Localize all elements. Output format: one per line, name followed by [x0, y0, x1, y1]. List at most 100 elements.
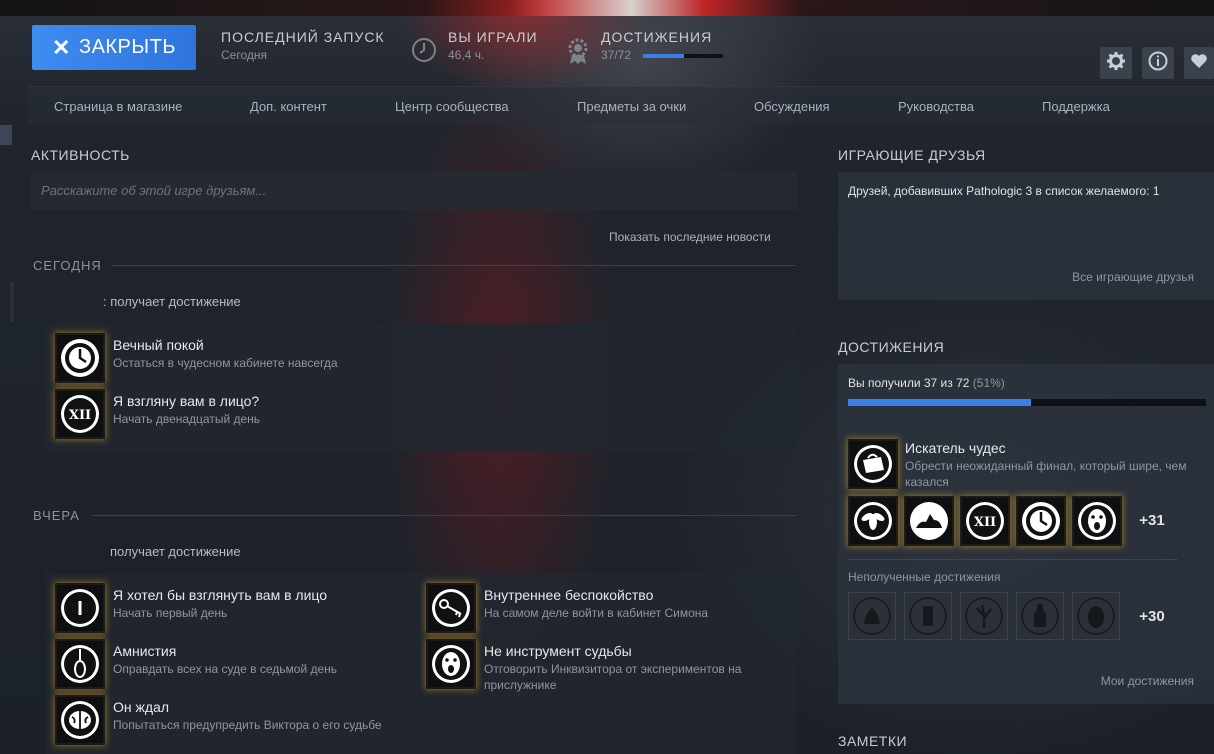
- show-news-link[interactable]: Показать последние новости: [609, 230, 771, 244]
- roman-xii-icon[interactable]: XII: [960, 496, 1010, 546]
- my-achievements-link[interactable]: Мои достижения: [1101, 674, 1194, 688]
- activity-input[interactable]: Расскажите об этой игре друзьям...: [31, 172, 797, 210]
- achievement-name: Я хотел бы взглянуть вам в лицо: [113, 587, 328, 603]
- scroll-edge-secondary: [10, 282, 14, 322]
- achievements-label: ДОСТИЖЕНИЯ: [601, 29, 713, 45]
- settings-icon: [1107, 51, 1125, 75]
- close-label: ЗАКРЫТЬ: [78, 36, 176, 58]
- yesterday-gets-text: получает достижение: [110, 544, 241, 559]
- friends-title: ИГРАЮЩИЕ ДРУЗЬЯ: [838, 147, 986, 163]
- played-value: 46,4 ч.: [448, 48, 485, 62]
- today-achievements-panel: Вечный покой Остаться в чудесном кабинет…: [45, 323, 796, 451]
- nav-store-page[interactable]: Страница в магазине: [54, 99, 182, 114]
- achievement-item[interactable]: Вечный покой Остаться в чудесном кабинет…: [55, 333, 338, 383]
- achievements-progress-pct: (51%): [972, 376, 1005, 390]
- achievement-name: Он ждал: [113, 699, 169, 715]
- info-button[interactable]: [1142, 47, 1174, 79]
- played-label: ВЫ ИГРАЛИ: [448, 29, 538, 45]
- yesterday-divider: [92, 515, 796, 516]
- notes-title: ЗАМЕТКИ: [838, 733, 908, 749]
- all-friends-link[interactable]: Все играющие друзья: [1072, 270, 1194, 284]
- achievement-desc: Оправдать всех на суде в седьмой день: [113, 662, 338, 676]
- bull-icon[interactable]: [904, 496, 954, 546]
- featured-achievement-name: Искатель чудес: [905, 440, 1006, 456]
- scroll-edge: [0, 125, 12, 145]
- bag-icon[interactable]: [848, 439, 898, 489]
- achievement-name: Внутреннее беспокойство: [484, 587, 654, 603]
- today-divider: [112, 265, 796, 266]
- nav-dlc[interactable]: Доп. контент: [250, 99, 327, 114]
- last-launch-label: ПОСЛЕДНИЙ ЗАПУСК: [221, 29, 385, 45]
- nav-guides[interactable]: Руководства: [898, 99, 974, 114]
- achievement-item[interactable]: Я хотел бы взглянуть вам в лицо Начать п…: [55, 583, 327, 633]
- today-header: СЕГОДНЯ: [33, 258, 102, 273]
- nav-support[interactable]: Поддержка: [1042, 99, 1110, 114]
- achievement-name: Я взгляну вам в лицо?: [113, 393, 260, 409]
- achievements-progress-fill: [848, 399, 1031, 406]
- settings-button[interactable]: [1100, 47, 1132, 79]
- featured-achievement-desc: Обрести неожиданный финал, который шире,…: [905, 459, 1187, 489]
- svg-text:XII: XII: [974, 515, 996, 530]
- game-header: ✕ ЗАКРЫТЬ ПОСЛЕДНИЙ ЗАПУСК Сегодня ВЫ ИГ…: [0, 16, 1214, 82]
- achievements-title: ДОСТИЖЕНИЯ: [838, 339, 945, 355]
- screaming-face-icon: [426, 639, 476, 689]
- yesterday-header: ВЧЕРА: [33, 508, 80, 523]
- heart-icon: [1190, 53, 1208, 74]
- played-stat: ВЫ ИГРАЛИ 46,4 ч.: [448, 29, 538, 62]
- game-nav-bar: Страница в магазине Доп. контент Центр с…: [28, 86, 1214, 124]
- achievement-name: Амнистия: [113, 643, 177, 659]
- bottle-icon[interactable]: [1016, 592, 1064, 640]
- achievement-item[interactable]: Не инструмент судьбы Отговорить Инквизит…: [426, 639, 774, 693]
- brain-icon: [55, 695, 105, 745]
- achievement-name: Не инструмент судьбы: [484, 643, 632, 659]
- nav-discussions[interactable]: Обсуждения: [754, 99, 830, 114]
- last-launch-stat: ПОСЛЕДНИЙ ЗАПУСК Сегодня: [221, 29, 385, 62]
- friends-panel: Друзей, добавивших Pathologic 3 в список…: [838, 172, 1214, 300]
- achievement-desc: Остаться в чудесном кабинете навсегда: [113, 356, 338, 370]
- featured-achievement: Искатель чудес Обрести неожиданный финал…: [905, 440, 1205, 490]
- achievement-desc: Начать двенадцатый день: [113, 412, 261, 426]
- friends-wishlist-text: Друзей, добавивших Pathologic 3 в список…: [848, 184, 1160, 198]
- clock-emblem-icon: [55, 333, 105, 383]
- achievement-item[interactable]: Амнистия Оправдать всех на суде в седьмо…: [55, 639, 337, 689]
- nav-points-shop[interactable]: Предметы за очки: [577, 99, 686, 114]
- hero-image-strip: [0, 0, 1214, 16]
- achievement-item[interactable]: Внутреннее беспокойство На самом деле во…: [426, 583, 708, 633]
- today-gets-text: : получает достижение: [103, 294, 241, 309]
- close-button[interactable]: ✕ ЗАКРЫТЬ: [32, 25, 196, 70]
- screaming-face-icon[interactable]: [1072, 496, 1122, 546]
- achievement-item[interactable]: XII Я взгляну вам в лицо? Начать двенадц…: [55, 389, 260, 439]
- clock-emblem-icon[interactable]: [1016, 496, 1066, 546]
- more-unlocked-button[interactable]: +31: [1128, 496, 1176, 544]
- roman-xii-icon: XII: [55, 389, 105, 439]
- achievements-progress-text: Вы получили 37 из 72: [848, 376, 970, 390]
- nav-community-hub[interactable]: Центр сообщества: [395, 99, 509, 114]
- activity-title: АКТИВНОСТЬ: [31, 147, 130, 163]
- key-icon: [426, 583, 476, 633]
- info-icon: [1148, 51, 1168, 76]
- svg-text:XII: XII: [69, 408, 91, 423]
- locked-achievements-title: Неполученные достижения: [848, 570, 1001, 584]
- fly-icon[interactable]: [848, 496, 898, 546]
- roman-i-icon: [55, 583, 105, 633]
- yesterday-achievements-panel: Я хотел бы взглянуть вам в лицо Начать п…: [45, 573, 796, 754]
- achievements-progress-label: Вы получили 37 из 72 (51%): [848, 376, 1005, 390]
- mask-icon[interactable]: [1072, 592, 1120, 640]
- close-icon: ✕: [52, 34, 71, 60]
- achievements-divider: [848, 559, 1178, 560]
- achievements-progress-bar: [848, 399, 1206, 406]
- figure-icon[interactable]: [904, 592, 952, 640]
- noose-icon: [55, 639, 105, 689]
- more-locked-button[interactable]: +30: [1128, 592, 1176, 640]
- achievement-desc: На самом деле войти в кабинет Симона: [484, 606, 709, 620]
- wishlist-button[interactable]: [1184, 47, 1214, 79]
- last-launch-value: Сегодня: [221, 48, 267, 62]
- bull-head-icon[interactable]: [848, 592, 896, 640]
- clock-icon: [411, 37, 437, 68]
- achievement-item[interactable]: Он ждал Попытаться предупредить Виктора …: [55, 695, 382, 745]
- achievement-desc: Попытаться предупредить Виктора о его су…: [113, 718, 382, 732]
- achievement-desc: Начать первый день: [113, 606, 228, 620]
- achievement-name: Вечный покой: [113, 337, 204, 353]
- tree-icon[interactable]: [960, 592, 1008, 640]
- achievement-medal-icon: [565, 37, 591, 70]
